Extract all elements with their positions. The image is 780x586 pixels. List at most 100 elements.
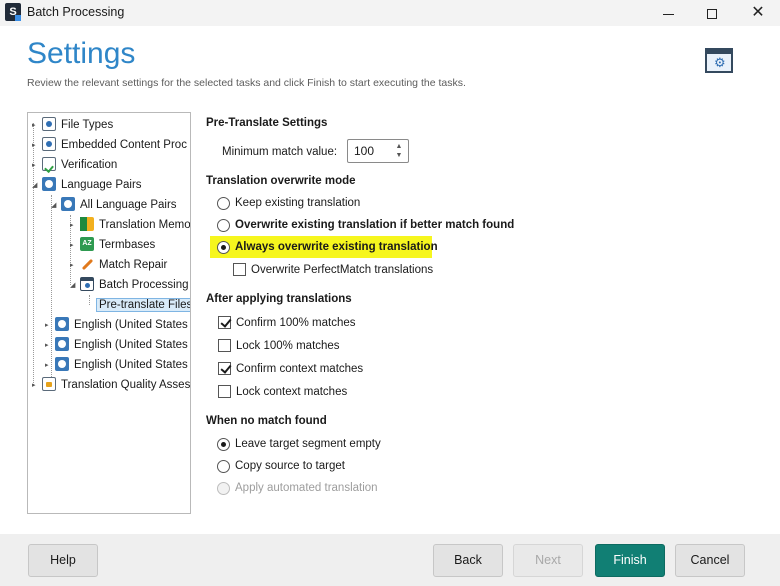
- lock-context-label: Lock context matches: [236, 386, 348, 398]
- settings-window-icon: ⚙: [705, 48, 733, 73]
- spin-up-icon[interactable]: ▲: [394, 143, 404, 151]
- overwrite-better-label: Overwrite existing translation if better…: [235, 219, 515, 231]
- leave-empty-label: Leave target segment empty: [235, 438, 381, 450]
- collapse-icon[interactable]: ◢: [70, 276, 78, 296]
- nomatch-heading: When no match found: [206, 415, 327, 427]
- overwrite-heading: Translation overwrite mode: [206, 175, 356, 187]
- verification-icon: [42, 157, 56, 171]
- tree-item-label: Translation Quality Assess: [61, 379, 191, 391]
- copy-source-radio[interactable]: [217, 460, 230, 473]
- leave-empty-radio[interactable]: [217, 438, 230, 451]
- expand-icon[interactable]: ▸: [32, 136, 40, 156]
- back-button[interactable]: Back: [433, 544, 503, 577]
- tree-item-translation-quality-assessment[interactable]: ▸ Translation Quality Assess: [32, 375, 191, 396]
- min-match-label: Minimum match value:: [222, 146, 338, 158]
- confirm-context-checkbox[interactable]: [218, 362, 231, 375]
- batch-processing-icon: [80, 277, 94, 291]
- confirm-100-checkbox[interactable]: [218, 316, 231, 329]
- tree-item-label: English (United States: [74, 359, 188, 371]
- settings-tree[interactable]: ▸ File Types ▸ Embedded Content Proc ▸ Veri…: [27, 112, 191, 514]
- tree-item-language-pair-1[interactable]: ▸ English (United States: [45, 315, 188, 335]
- translation-memory-icon: [80, 217, 94, 231]
- tree-item-translation-memory[interactable]: ▸ Translation Memo: [70, 215, 191, 236]
- tree-item-language-pair-3[interactable]: ▸ English (United States: [45, 355, 188, 375]
- confirm-context-label: Confirm context matches: [236, 363, 364, 375]
- expand-icon[interactable]: ▸: [45, 316, 53, 336]
- expand-icon[interactable]: ▸: [45, 336, 53, 356]
- lock-100-checkbox[interactable]: [218, 339, 231, 352]
- cancel-button[interactable]: Cancel: [675, 544, 745, 577]
- window-title: Batch Processing: [27, 5, 125, 19]
- tree-item-label: English (United States: [74, 319, 188, 331]
- automated-translation-radio: [217, 482, 230, 495]
- wrench-icon: [80, 257, 94, 271]
- copy-source-label: Copy source to target: [235, 460, 345, 472]
- next-button: Next: [513, 544, 583, 577]
- tree-item-label: Match Repair: [99, 259, 168, 271]
- tree-item-embedded-content[interactable]: ▸ Embedded Content Proc: [32, 135, 187, 155]
- termbase-icon: [80, 237, 94, 251]
- tree-item-label: Verification: [61, 159, 118, 171]
- minimize-icon: [662, 13, 674, 15]
- tree-item-termbases[interactable]: ▸ Termbases: [70, 235, 155, 255]
- title-bar: S Batch Processing ✕: [0, 0, 780, 26]
- overwrite-perfectmatch-label: Overwrite PerfectMatch translations: [251, 264, 434, 276]
- expand-icon[interactable]: ▸: [70, 216, 78, 236]
- page-subtitle: Review the relevant settings for the sel…: [27, 77, 466, 89]
- lock-context-checkbox[interactable]: [218, 385, 231, 398]
- tree-item-label: Pre-translate Files: [96, 298, 190, 312]
- tree-item-file-types[interactable]: ▸ File Types: [32, 115, 113, 135]
- tree-item-verification[interactable]: ▸ Verification: [32, 155, 117, 175]
- min-match-input[interactable]: [354, 143, 390, 159]
- minimize-button[interactable]: [646, 0, 690, 26]
- tree-item-label: English (United States: [74, 339, 188, 351]
- automated-translation-label: Apply automated translation: [235, 482, 378, 494]
- tree-item-language-pairs[interactable]: ◢ Language Pairs: [32, 175, 142, 195]
- help-button[interactable]: Help: [28, 544, 98, 577]
- after-heading: After applying translations: [206, 293, 352, 305]
- expand-icon[interactable]: ▸: [32, 116, 40, 136]
- tree-item-match-repair[interactable]: ▸ Match Repair: [70, 255, 167, 275]
- tree-item-label: File Types: [61, 119, 114, 131]
- tree-item-batch-processing[interactable]: ◢ Batch Processing: [70, 275, 189, 295]
- collapse-icon[interactable]: ◢: [51, 196, 59, 216]
- language-pair-icon: [55, 317, 69, 331]
- language-pair-icon: [55, 357, 69, 371]
- page-title: Settings: [27, 37, 136, 70]
- tree-item-label: All Language Pairs: [80, 199, 177, 211]
- expand-icon[interactable]: ▸: [32, 156, 40, 176]
- quality-assessment-icon: [42, 377, 56, 391]
- spin-down-icon[interactable]: ▼: [394, 152, 404, 160]
- app-logo-icon: S: [5, 3, 21, 21]
- gear-icon: ⚙: [714, 55, 726, 70]
- overwrite-better-radio[interactable]: [217, 219, 230, 232]
- collapse-icon[interactable]: ◢: [32, 176, 40, 196]
- language-pair-icon: [61, 197, 75, 211]
- tree-item-language-pair-2[interactable]: ▸ English (United States: [45, 335, 188, 355]
- always-overwrite-radio[interactable]: [217, 241, 230, 254]
- language-pair-icon: [55, 337, 69, 351]
- tree-item-label: Batch Processing: [99, 279, 189, 291]
- expand-icon[interactable]: ▸: [70, 256, 78, 276]
- close-button[interactable]: ✕: [736, 0, 780, 26]
- keep-existing-radio[interactable]: [217, 197, 230, 210]
- expand-icon[interactable]: ▸: [70, 236, 78, 256]
- finish-button[interactable]: Finish: [595, 544, 665, 577]
- pretranslate-heading: Pre-Translate Settings: [206, 117, 328, 129]
- embedded-content-icon: [42, 137, 56, 151]
- min-match-stepper[interactable]: ▲ ▼: [347, 139, 409, 163]
- overwrite-perfectmatch-checkbox[interactable]: [233, 263, 246, 276]
- maximize-icon: [707, 9, 717, 20]
- maximize-button[interactable]: [690, 0, 734, 26]
- expand-icon[interactable]: ▸: [32, 376, 40, 396]
- confirm-100-label: Confirm 100% matches: [236, 317, 356, 329]
- tree-item-label: Translation Memo: [99, 219, 191, 231]
- tree-item-pre-translate-files[interactable]: Pre-translate Files: [96, 295, 190, 315]
- tree-item-all-language-pairs[interactable]: ◢ All Language Pairs: [51, 195, 177, 215]
- keep-existing-label: Keep existing translation: [235, 197, 361, 209]
- file-types-icon: [42, 117, 56, 131]
- tree-connector: [89, 295, 90, 305]
- expand-icon[interactable]: ▸: [45, 356, 53, 376]
- tree-item-label: Termbases: [99, 239, 156, 251]
- close-icon: ✕: [751, 4, 765, 21]
